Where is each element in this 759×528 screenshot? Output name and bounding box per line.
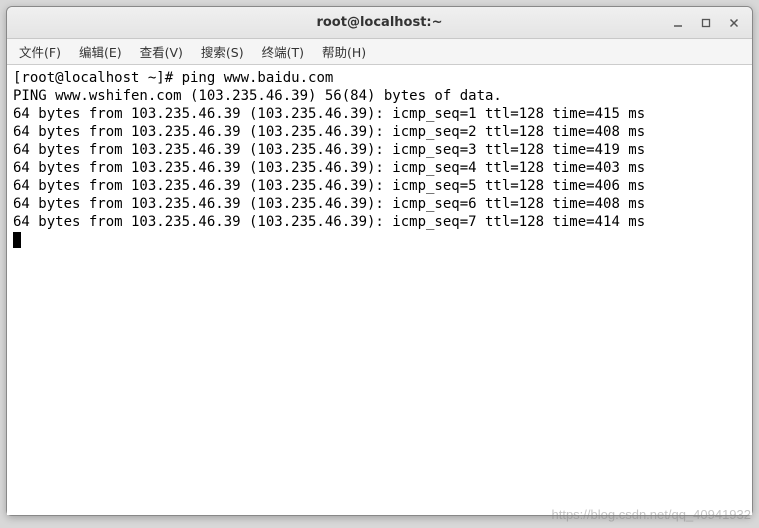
minimize-icon	[673, 18, 683, 28]
menu-terminal[interactable]: 终端(T)	[254, 39, 312, 64]
maximize-icon	[701, 18, 711, 28]
window-controls	[664, 7, 748, 39]
ping-header: PING www.wshifen.com (103.235.46.39) 56(…	[13, 88, 502, 104]
window-title: root@localhost:~	[316, 15, 442, 30]
shell-prompt: [root@localhost ~]#	[13, 70, 182, 86]
shell-command: ping www.baidu.com	[182, 70, 334, 86]
ping-line: 64 bytes from 103.235.46.39 (103.235.46.…	[13, 142, 645, 158]
terminal-window: root@localhost:~ 文件(F) 编辑(E) 查看(V) 搜索(S)…	[6, 6, 753, 516]
terminal-area[interactable]: [root@localhost ~]# ping www.baidu.com P…	[7, 65, 752, 515]
maximize-button[interactable]	[692, 11, 720, 35]
menu-edit[interactable]: 编辑(E)	[71, 39, 130, 64]
menu-view[interactable]: 查看(V)	[132, 39, 191, 64]
minimize-button[interactable]	[664, 11, 692, 35]
ping-line: 64 bytes from 103.235.46.39 (103.235.46.…	[13, 178, 645, 194]
ping-line: 64 bytes from 103.235.46.39 (103.235.46.…	[13, 214, 645, 230]
menu-search[interactable]: 搜索(S)	[193, 39, 252, 64]
close-icon	[729, 18, 739, 28]
terminal-cursor	[13, 232, 21, 248]
close-button[interactable]	[720, 11, 748, 35]
ping-line: 64 bytes from 103.235.46.39 (103.235.46.…	[13, 106, 645, 122]
titlebar: root@localhost:~	[7, 7, 752, 39]
ping-line: 64 bytes from 103.235.46.39 (103.235.46.…	[13, 160, 645, 176]
menubar: 文件(F) 编辑(E) 查看(V) 搜索(S) 终端(T) 帮助(H)	[7, 39, 752, 65]
watermark-text: https://blog.csdn.net/qq_40941932	[552, 507, 752, 522]
menu-help[interactable]: 帮助(H)	[314, 39, 374, 64]
ping-line: 64 bytes from 103.235.46.39 (103.235.46.…	[13, 124, 645, 140]
ping-line: 64 bytes from 103.235.46.39 (103.235.46.…	[13, 196, 645, 212]
menu-file[interactable]: 文件(F)	[11, 39, 69, 64]
